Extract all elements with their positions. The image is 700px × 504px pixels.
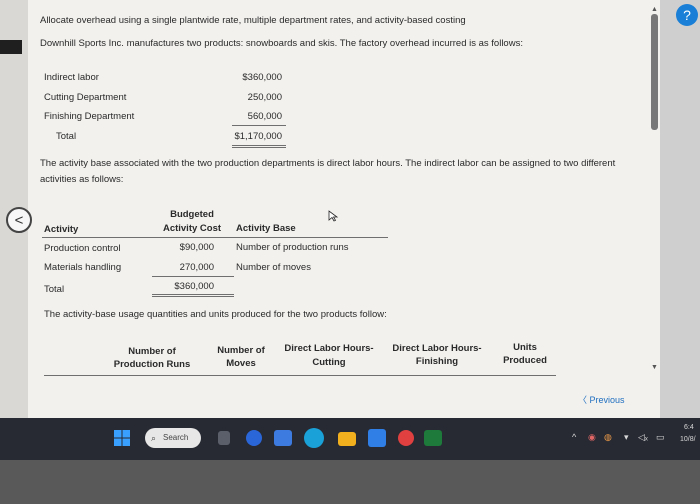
overhead-label: Cutting Department [44, 92, 127, 103]
windows-start-icon[interactable] [114, 430, 130, 446]
usage-header-sub: Moves [226, 358, 256, 369]
activity-row-name: Production control [44, 243, 121, 254]
chevron-left-icon: 〈 [578, 395, 590, 405]
activity-row-base: Number of moves [236, 262, 311, 273]
scroll-down-icon[interactable]: ▼ [651, 364, 658, 371]
overhead-value: 560,000 [247, 111, 282, 122]
activity-intro: The activity base associated with the tw… [40, 158, 616, 169]
usage-header-sub: Production Runs [113, 359, 191, 370]
usage-header: Direct Labor Hours- [392, 343, 482, 354]
right-panel [660, 0, 700, 418]
activity-header: Activity [44, 224, 79, 235]
search-label: Search [163, 433, 189, 442]
volume-icon[interactable]: ◁ₓ [638, 432, 648, 443]
app-icon[interactable] [274, 430, 292, 446]
task-view-icon[interactable] [218, 431, 230, 445]
usage-header: Direct Labor Hours- [284, 343, 374, 354]
usage-header: Number of [217, 345, 265, 356]
wifi-icon[interactable]: ▾ [624, 432, 629, 443]
activity-total-value: $360,000 [174, 281, 214, 292]
problem-title: Allocate overhead using a single plantwi… [40, 15, 466, 26]
taskbar-search[interactable]: ⌕ Search [145, 428, 201, 448]
usage-header: Units [513, 342, 537, 353]
scroll-up-icon[interactable]: ▲ [651, 6, 658, 13]
activity-row-cost: $90,000 [179, 242, 214, 253]
total-rule [232, 145, 286, 146]
activity-row-name: Materials handling [44, 262, 122, 273]
office-app-icon[interactable] [424, 430, 442, 446]
edge-tab [0, 40, 22, 54]
overhead-total-value: $1,170,000 [234, 131, 282, 142]
activity-intro-cont: activities as follows: [40, 174, 124, 185]
usage-header-sub: Cutting [312, 357, 346, 368]
back-arrow-button[interactable]: < [6, 207, 32, 233]
previous-link[interactable]: 〈 Previous [578, 393, 625, 406]
clock-time[interactable]: 6:4 [684, 424, 694, 431]
activity-total-double-rule [152, 296, 234, 297]
overhead-total-label: Total [56, 131, 77, 142]
overhead-label: Finishing Department [44, 111, 135, 122]
previous-label: Previous [589, 395, 625, 405]
usage-header-sub: Produced [503, 355, 547, 366]
tray-app-icon[interactable]: ◉ [588, 432, 596, 443]
tray-chevron-icon[interactable]: ^ [572, 432, 576, 442]
header-rule [42, 237, 388, 238]
screen: ? ▲ ▼ Allocate overhead using a single p… [0, 0, 700, 504]
activity-total-rule [152, 294, 234, 295]
activity-row-cost: 270,000 [179, 262, 214, 273]
mouse-cursor-icon [328, 210, 339, 222]
store-icon[interactable] [368, 429, 386, 447]
usage-intro: The activity-base usage quantities and u… [44, 309, 387, 320]
total-double-rule [232, 147, 286, 148]
usage-header-sub: Finishing [415, 356, 459, 367]
battery-icon[interactable]: ▭ [656, 432, 665, 443]
activity-base-header: Activity Base [236, 223, 296, 234]
below-screen [0, 460, 700, 504]
edge-browser-icon[interactable] [304, 428, 324, 448]
usage-header: Number of [128, 346, 176, 357]
subtotal-rule [232, 125, 286, 126]
overhead-label: Indirect labor [44, 72, 99, 83]
file-explorer-icon[interactable] [338, 432, 356, 446]
activity-cost-header: Activity Cost [162, 223, 222, 234]
activity-row-base: Number of production runs [236, 242, 349, 253]
media-app-icon[interactable] [398, 430, 414, 446]
usage-header-rule [44, 375, 556, 376]
clock-date[interactable]: 10/8/ [680, 436, 696, 443]
help-icon[interactable]: ? [676, 4, 698, 26]
tray-app2-icon[interactable]: ◍ [604, 432, 612, 443]
chat-icon[interactable] [246, 430, 262, 446]
scrollbar-thumb[interactable] [651, 14, 658, 130]
search-icon: ⌕ [151, 433, 157, 443]
activity-total-label: Total [44, 284, 65, 295]
activity-subtotal-rule [152, 276, 234, 277]
problem-intro: Downhill Sports Inc. manufactures two pr… [40, 38, 523, 49]
overhead-value: 250,000 [247, 92, 282, 103]
overhead-value: $360,000 [242, 72, 282, 83]
budgeted-header: Budgeted [170, 209, 214, 220]
